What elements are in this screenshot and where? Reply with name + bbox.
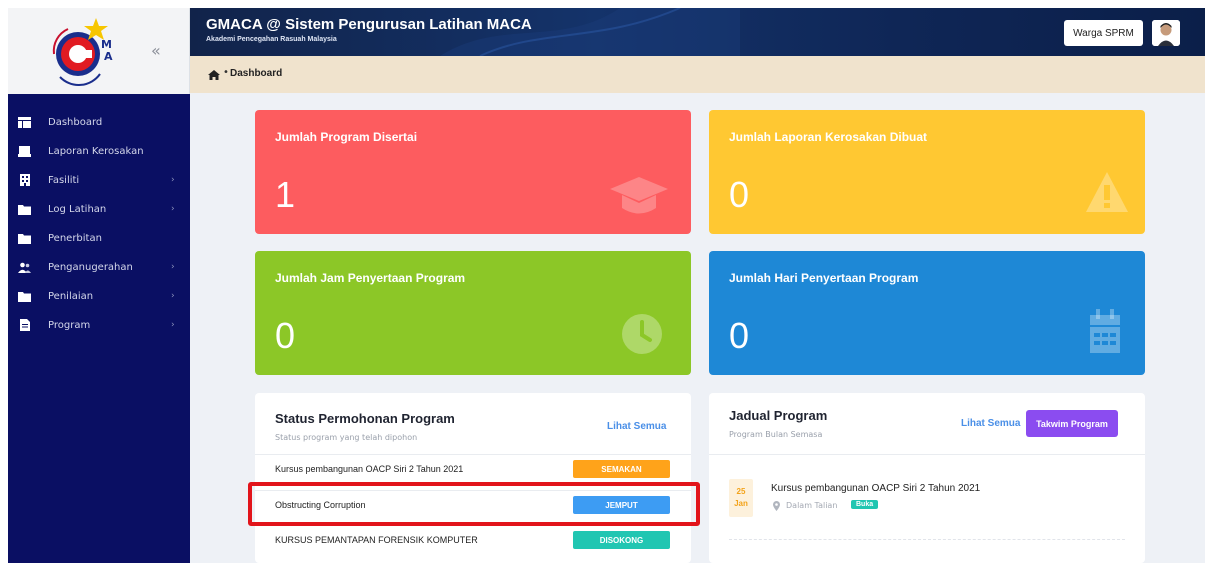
schedule-item[interactable]: 25 Jan Kursus pembangunan OACP Siri 2 Ta…: [729, 479, 1129, 519]
schedule-location: Dalam Talian: [786, 501, 838, 510]
app-title: GMACA @ Sistem Pengurusan Latihan MACA: [206, 16, 532, 33]
program-name: Kursus pembangunan OACP Siri 2 Tahun 202…: [275, 464, 464, 474]
warning-icon: [1086, 172, 1128, 212]
chevron-right-icon: ›: [171, 320, 175, 330]
stat-title: Jumlah Hari Penyertaan Program: [729, 271, 919, 285]
sidebar-item-penilaian[interactable]: Penilaian ›: [8, 281, 190, 311]
program-name: KURSUS PEMANTAPAN FORENSIK KOMPUTER: [275, 535, 478, 545]
status-badge[interactable]: DISOKONG: [573, 531, 670, 549]
date-month: Jan: [734, 499, 748, 508]
takwim-program-button[interactable]: Takwim Program: [1026, 410, 1118, 437]
avatar[interactable]: [1152, 20, 1180, 46]
stat-card-laporan-kerosakan[interactable]: Jumlah Laporan Kerosakan Dibuat 0: [709, 110, 1145, 234]
lihat-semua-link[interactable]: Lihat Semua: [961, 418, 1020, 429]
stat-title: Jumlah Program Disertai: [275, 130, 418, 144]
chevron-right-icon: ›: [171, 291, 175, 301]
sidebar-item-label: Fasiliti: [48, 174, 80, 186]
building-icon: [18, 174, 31, 186]
folder-icon: [18, 291, 31, 302]
stat-value: 0: [275, 315, 296, 356]
sidebar-item-dashboard[interactable]: Dashboard: [8, 107, 190, 137]
sidebar-item-label: Program: [48, 319, 91, 331]
panel-title: Status Permohonan Program: [275, 411, 455, 426]
chevron-right-icon: ›: [171, 204, 175, 214]
stat-title: Jumlah Jam Penyertaan Program: [275, 271, 466, 285]
sidebar-item-label: Penganugerahan: [48, 261, 133, 273]
breadcrumb-current[interactable]: Dashboard: [230, 68, 282, 79]
status-badge[interactable]: SEMAKAN: [573, 460, 670, 478]
calendar-icon: [1090, 309, 1120, 353]
stat-card-hari-penyertaan[interactable]: Jumlah Hari Penyertaan Program 0: [709, 251, 1145, 375]
sidebar-item-label: Penerbitan: [48, 232, 102, 244]
stat-value: 0: [729, 315, 750, 356]
breadcrumb-separator: •: [223, 67, 229, 78]
sidebar-item-label: Log Latihan: [48, 203, 107, 215]
home-icon[interactable]: [208, 70, 220, 80]
divider: [729, 539, 1125, 540]
lihat-semua-link[interactable]: Lihat Semua: [607, 421, 666, 432]
sidebar-item-label: Laporan Kerosakan: [48, 145, 144, 157]
stat-value: 1: [275, 174, 296, 215]
app-window: M A « Dashboard Laporan Kerosakan Fasili…: [0, 0, 1205, 563]
sidebar-collapse-button[interactable]: «: [151, 41, 161, 60]
sidebar-item-fasiliti[interactable]: Fasiliti ›: [8, 165, 190, 195]
breadcrumb: • Dashboard: [190, 56, 1205, 93]
divider: [709, 454, 1145, 455]
clock-icon: [622, 314, 662, 354]
folder-icon: [18, 233, 31, 244]
sidebar: M A « Dashboard Laporan Kerosakan Fasili…: [8, 8, 190, 563]
panel-subtitle: Status program yang telah dipohon: [275, 433, 418, 442]
logo-area: M A «: [8, 8, 190, 94]
app-subtitle: Akademi Pencegahan Rasuah Malaysia: [206, 36, 337, 43]
sidebar-item-label: Dashboard: [48, 116, 103, 128]
stat-value: 0: [729, 174, 750, 215]
sidebar-item-penerbitan[interactable]: Penerbitan: [8, 223, 190, 253]
date-box: 25 Jan: [729, 479, 753, 517]
maca-logo: M A: [52, 18, 113, 86]
program-name: Obstructing Corruption: [275, 500, 366, 510]
table-row[interactable]: Obstructing Corruption JEMPUT: [255, 490, 691, 518]
folder-icon: [18, 204, 31, 215]
svg-text:A: A: [104, 50, 113, 63]
document-icon: [18, 319, 31, 331]
graduation-cap-icon: [610, 177, 668, 214]
table-row[interactable]: KURSUS PEMANTAPAN FORENSIK KOMPUTER DISO…: [255, 525, 691, 553]
report-icon: [18, 145, 31, 157]
stat-title: Jumlah Laporan Kerosakan Dibuat: [729, 130, 928, 144]
dashboard-icon: [18, 116, 31, 128]
role-button[interactable]: Warga SPRM: [1064, 20, 1143, 46]
status-badge: Buka: [851, 500, 879, 509]
panel-title: Jadual Program: [729, 408, 828, 423]
jadual-program-panel: Jadual Program Program Bulan Semasa Liha…: [709, 393, 1145, 563]
top-header: GMACA @ Sistem Pengurusan Latihan MACA A…: [190, 8, 1205, 56]
sidebar-item-label: Penilaian: [48, 290, 94, 302]
status-badge[interactable]: JEMPUT: [573, 496, 670, 514]
location-pin-icon: [773, 501, 780, 511]
sidebar-item-program[interactable]: Program ›: [8, 310, 190, 340]
schedule-title: Kursus pembangunan OACP Siri 2 Tahun 202…: [771, 483, 981, 494]
chevron-right-icon: ›: [171, 262, 175, 272]
sidebar-item-laporan-kerosakan[interactable]: Laporan Kerosakan: [8, 136, 190, 166]
sidebar-item-log-latihan[interactable]: Log Latihan ›: [8, 194, 190, 224]
date-day: 25: [736, 487, 746, 496]
stat-card-program-disertai[interactable]: Jumlah Program Disertai 1: [255, 110, 691, 234]
chevron-right-icon: ›: [171, 175, 175, 185]
users-icon: [18, 262, 31, 273]
stat-card-jam-penyertaan[interactable]: Jumlah Jam Penyertaan Program 0: [255, 251, 691, 375]
table-row[interactable]: Kursus pembangunan OACP Siri 2 Tahun 202…: [255, 454, 691, 482]
status-permohonan-panel: Status Permohonan Program Status program…: [255, 393, 691, 563]
panel-subtitle: Program Bulan Semasa: [729, 430, 823, 439]
sidebar-item-penganugerahan[interactable]: Penganugerahan ›: [8, 252, 190, 282]
